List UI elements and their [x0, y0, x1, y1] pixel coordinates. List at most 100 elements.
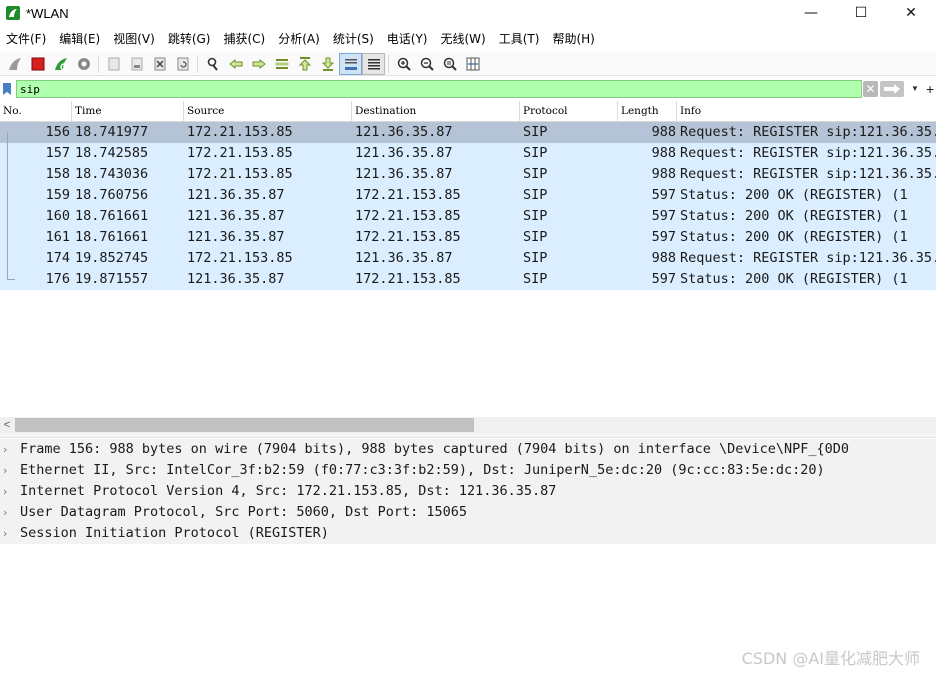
zoom-reset-icon[interactable]	[438, 53, 461, 75]
expand-chevron-right-icon[interactable]: ›	[3, 523, 13, 544]
packet-row[interactable]: 160 18.761661 121.36.35.87 172.21.153.85…	[0, 206, 936, 227]
menu-help[interactable]: 帮助(H)	[546, 28, 600, 50]
go-first-icon[interactable]	[293, 53, 316, 75]
packet-details-pane: › Frame 156: 988 bytes on wire (7904 bit…	[0, 439, 936, 674]
display-filter-input[interactable]	[16, 80, 862, 98]
column-header-info[interactable]: Info	[677, 101, 936, 122]
expand-chevron-right-icon[interactable]: ›	[3, 439, 13, 460]
packet-destination: 121.36.35.87	[355, 145, 453, 161]
title-bar: *WLAN — ☐ ✕	[0, 0, 936, 26]
auto-scroll-icon[interactable]	[339, 52, 362, 75]
stop-capture-icon[interactable]	[26, 53, 49, 75]
capture-options-icon[interactable]	[72, 53, 95, 75]
detail-row-udp[interactable]: › User Datagram Protocol, Src Port: 5060…	[0, 502, 936, 523]
pane-splitter[interactable]	[0, 433, 936, 438]
colorize-icon[interactable]	[362, 52, 385, 75]
detail-row-ip[interactable]: › Internet Protocol Version 4, Src: 172.…	[0, 481, 936, 502]
packet-time: 19.852745	[75, 250, 149, 266]
bookmark-icon[interactable]	[0, 80, 14, 98]
packet-length: 988	[651, 250, 676, 266]
minimize-button[interactable]: —	[786, 0, 836, 26]
expand-chevron-right-icon[interactable]: ›	[3, 502, 13, 523]
packet-no: 156	[45, 124, 70, 140]
zoom-in-icon[interactable]	[392, 53, 415, 75]
maximize-button[interactable]: ☐	[836, 0, 886, 26]
packet-row[interactable]: 159 18.760756 121.36.35.87 172.21.153.85…	[0, 185, 936, 206]
display-filter-bar: ✕ ▼ +	[0, 79, 936, 99]
packet-no: 158	[45, 166, 70, 182]
packet-protocol: SIP	[523, 208, 548, 224]
packet-length: 597	[651, 187, 676, 203]
packet-protocol: SIP	[523, 145, 548, 161]
expand-chevron-right-icon[interactable]: ›	[3, 481, 13, 502]
menu-view[interactable]: 视图(V)	[107, 28, 161, 50]
packet-length: 988	[651, 145, 676, 161]
clear-filter-icon[interactable]: ✕	[863, 81, 878, 97]
add-filter-button-plus-icon[interactable]: +	[926, 79, 936, 99]
menu-capture[interactable]: 捕获(C)	[217, 28, 271, 50]
go-last-icon[interactable]	[316, 53, 339, 75]
resize-columns-icon[interactable]	[461, 53, 484, 75]
packet-row[interactable]: 161 18.761661 121.36.35.87 172.21.153.85…	[0, 227, 936, 248]
apply-filter-icon[interactable]	[880, 81, 904, 97]
close-button[interactable]: ✕	[886, 0, 936, 26]
column-header-no[interactable]: No.	[0, 101, 72, 122]
packet-info: Status: 200 OK (REGISTER) (1	[680, 208, 908, 224]
menu-go[interactable]: 跳转(G)	[162, 28, 217, 50]
packet-length: 597	[651, 271, 676, 287]
go-to-packet-icon[interactable]	[270, 53, 293, 75]
column-header-time[interactable]: Time	[72, 101, 184, 122]
zoom-out-icon[interactable]	[415, 53, 438, 75]
shark-fin-start-icon[interactable]	[3, 53, 26, 75]
packet-protocol: SIP	[523, 124, 548, 140]
save-file-icon[interactable]	[125, 53, 148, 75]
packet-row[interactable]: 176 19.871557 121.36.35.87 172.21.153.85…	[0, 269, 936, 290]
packet-row[interactable]: 158 18.743036 172.21.153.85 121.36.35.87…	[0, 164, 936, 185]
detail-row-sip[interactable]: › Session Initiation Protocol (REGISTER)	[0, 523, 936, 544]
go-back-icon[interactable]	[224, 53, 247, 75]
menu-file[interactable]: 文件(F)	[0, 28, 52, 50]
expand-chevron-right-icon[interactable]: ›	[3, 460, 13, 481]
watermark: CSDN @AI量化减肥大师	[741, 649, 920, 668]
go-forward-icon[interactable]	[247, 53, 270, 75]
packet-time: 18.761661	[75, 208, 149, 224]
restart-capture-icon[interactable]	[49, 53, 72, 75]
column-header-destination[interactable]: Destination	[352, 101, 520, 122]
menu-analyze[interactable]: 分析(A)	[272, 28, 326, 50]
packet-info: Status: 200 OK (REGISTER) (1	[680, 271, 908, 287]
detail-row-ethernet[interactable]: › Ethernet II, Src: IntelCor_3f:b2:59 (f…	[0, 460, 936, 481]
menu-edit[interactable]: 编辑(E)	[53, 28, 106, 50]
packet-protocol: SIP	[523, 166, 548, 182]
column-header-source[interactable]: Source	[184, 101, 352, 122]
packet-row[interactable]: 156 18.741977 172.21.153.85 121.36.35.87…	[0, 122, 936, 143]
menu-tools[interactable]: 工具(T)	[493, 28, 546, 50]
open-file-icon[interactable]	[102, 53, 125, 75]
packet-info: Status: 200 OK (REGISTER) (1	[680, 229, 908, 245]
scrollbar-thumb[interactable]	[15, 418, 474, 432]
column-header-protocol[interactable]: Protocol	[520, 101, 618, 122]
packet-protocol: SIP	[523, 250, 548, 266]
packet-row[interactable]: 174 19.852745 172.21.153.85 121.36.35.87…	[0, 248, 936, 269]
packet-no: 160	[45, 208, 70, 224]
packet-destination: 172.21.153.85	[355, 208, 461, 224]
packet-source: 172.21.153.85	[187, 124, 293, 140]
reload-file-icon[interactable]	[171, 53, 194, 75]
packet-protocol: SIP	[523, 271, 548, 287]
wireshark-app-icon	[5, 5, 21, 21]
menu-telephony[interactable]: 电话(Y)	[381, 28, 434, 50]
menu-statistics[interactable]: 统计(S)	[327, 28, 380, 50]
packet-no: 161	[45, 229, 70, 245]
column-header-length[interactable]: Length	[618, 101, 677, 122]
packet-info: Request: REGISTER sip:121.36.35.87	[680, 250, 936, 266]
scroll-left-chevron-icon[interactable]: <	[0, 417, 14, 433]
packet-source: 121.36.35.87	[187, 208, 285, 224]
menu-wireless[interactable]: 无线(W)	[435, 28, 492, 50]
packet-no: 174	[45, 250, 70, 266]
close-file-icon[interactable]	[148, 53, 171, 75]
filter-history-chevron-down-icon[interactable]: ▼	[908, 81, 922, 97]
packet-time: 18.742585	[75, 145, 149, 161]
find-packet-icon[interactable]	[201, 53, 224, 75]
packet-row[interactable]: 157 18.742585 172.21.153.85 121.36.35.87…	[0, 143, 936, 164]
detail-row-frame[interactable]: › Frame 156: 988 bytes on wire (7904 bit…	[0, 439, 936, 460]
packet-list-horizontal-scrollbar[interactable]: <	[0, 417, 936, 433]
